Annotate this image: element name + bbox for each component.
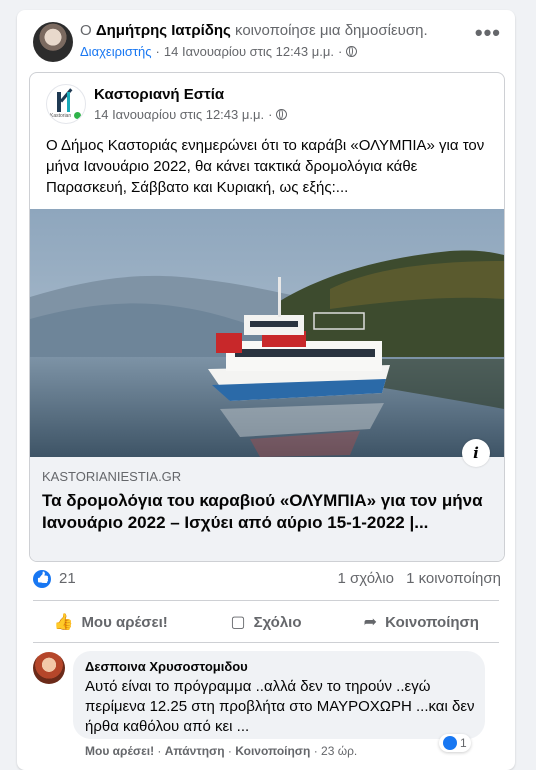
share-arrow-icon: ➦: [363, 614, 378, 631]
page-logo[interactable]: Kastorian: [46, 84, 86, 124]
comment-actions: Μου αρέσει! · Απάντηση · Κοινοποίηση · 2…: [85, 744, 357, 758]
meta-separator: ·: [155, 44, 160, 59]
shared-post-time-link[interactable]: 14 Ιανουαρίου στις 12:43 μ.μ.: [94, 107, 264, 122]
globe-icon: [276, 109, 288, 120]
commenter-avatar[interactable]: [33, 652, 65, 684]
like-reaction-icon[interactable]: [33, 570, 51, 588]
header-line: Ο Δημήτρης Ιατρίδης κοινοποίησε μια δημο…: [80, 22, 428, 39]
engagement-counts: 1 σχόλιο 1 κοινοποίηση: [337, 570, 501, 587]
author-avatar[interactable]: [33, 22, 73, 62]
like-reaction-icon: [443, 736, 457, 750]
shared-post-text: Ο Δήμος Καστοριάς ενημερώνει ότι το καρά…: [46, 137, 485, 196]
logo-tiny-text: Kastorian: [50, 113, 72, 119]
divider: [33, 642, 499, 643]
link-preview[interactable]: i KASTORIANIESTIA.GR Τα δρομολόγια του κ…: [30, 439, 504, 561]
commenter-name-link[interactable]: Δεσποινα Χρυσοστομιδου: [85, 659, 248, 674]
comment-action-separator: ·: [154, 744, 165, 758]
meta-separator: ·: [268, 107, 273, 122]
share-button[interactable]: ➦ Κοινοποίηση: [344, 604, 499, 640]
post-stats: 21 1 σχόλιο 1 κοινοποίηση: [33, 568, 501, 592]
globe-icon: [346, 46, 358, 57]
post-header: Ο Δημήτρης Ιατρίδης κοινοποίησε μια δημο…: [33, 20, 503, 72]
role-badge[interactable]: Διαχειριστής: [80, 44, 152, 59]
shares-count-link[interactable]: 1 κοινοποίηση: [406, 570, 501, 587]
thumbs-up-icon: 👍: [53, 614, 74, 631]
divider: [33, 600, 499, 601]
like-button-label: Μου αρέσει!: [81, 613, 168, 631]
comment-text: Αυτό είναι το πρόγραμμα ..αλλά δεν το τη…: [85, 678, 475, 735]
comments-count-link[interactable]: 1 σχόλιο: [337, 570, 393, 587]
link-domain: KASTORIANIESTIA.GR: [42, 469, 182, 484]
comment-reaction-count: 1: [460, 736, 467, 750]
like-button[interactable]: 👍 Μου αρέσει!: [33, 604, 188, 640]
meta-separator-2: ·: [337, 44, 343, 59]
ferry-photo: [30, 209, 504, 457]
post-time-link[interactable]: 14 Ιανουαρίου στις 12:43 μ.μ.: [164, 44, 334, 59]
action-bar: 👍 Μου αρέσει! ▢ Σχόλιο ➦ Κοινοποίηση: [33, 604, 499, 640]
comment-age[interactable]: 23 ώρ.: [321, 744, 357, 758]
header-meta: Διαχειριστής · 14 Ιανουαρίου στις 12:43 …: [80, 44, 358, 59]
shared-post: Kastorian Καστοριανή Εστία 14 Ιανουαρίου…: [29, 72, 505, 562]
comment-reactions[interactable]: 1: [439, 734, 471, 752]
logo-green-dot: [74, 112, 81, 119]
logo-e-stem: [67, 92, 70, 112]
link-title[interactable]: Τα δρομολόγια του καραβιού «ΟΛΥΜΠΙΑ» για…: [42, 490, 492, 534]
comment-share-link[interactable]: Κοινοποίηση: [235, 744, 310, 758]
comment-bubble: Δεσποινα Χρυσοστομιδου Αυτό είναι το πρό…: [73, 651, 485, 739]
shared-post-meta: 14 Ιανουαρίου στις 12:43 μ.μ. ·: [94, 107, 288, 122]
link-preview-image[interactable]: [30, 209, 504, 457]
comment-action-separator: ·: [224, 744, 236, 758]
comment-action-separator: ·: [310, 744, 322, 758]
share-button-label: Κοινοποίηση: [385, 613, 479, 631]
header-action-text: κοινοποίησε μια δημοσίευση.: [235, 22, 428, 39]
ellipsis-icon[interactable]: •••: [475, 22, 501, 44]
like-count[interactable]: 21: [59, 570, 76, 587]
logo-k-stem: [57, 92, 61, 112]
comment-reply-link[interactable]: Απάντηση: [165, 744, 225, 758]
info-icon[interactable]: i: [462, 439, 490, 467]
comment-bubble-icon: ▢: [230, 614, 246, 631]
header-prefix: Ο: [80, 22, 92, 39]
comment-button-label: Σχόλιο: [253, 613, 302, 631]
comment-like-link[interactable]: Μου αρέσει!: [85, 744, 154, 758]
page-name-link[interactable]: Καστοριανή Εστία: [94, 86, 224, 103]
comment-button[interactable]: ▢ Σχόλιο: [188, 604, 343, 640]
author-name-link[interactable]: Δημήτρης Ιατρίδης: [96, 22, 231, 39]
post-card: Ο Δημήτρης Ιατρίδης κοινοποίησε μια δημο…: [17, 10, 515, 770]
